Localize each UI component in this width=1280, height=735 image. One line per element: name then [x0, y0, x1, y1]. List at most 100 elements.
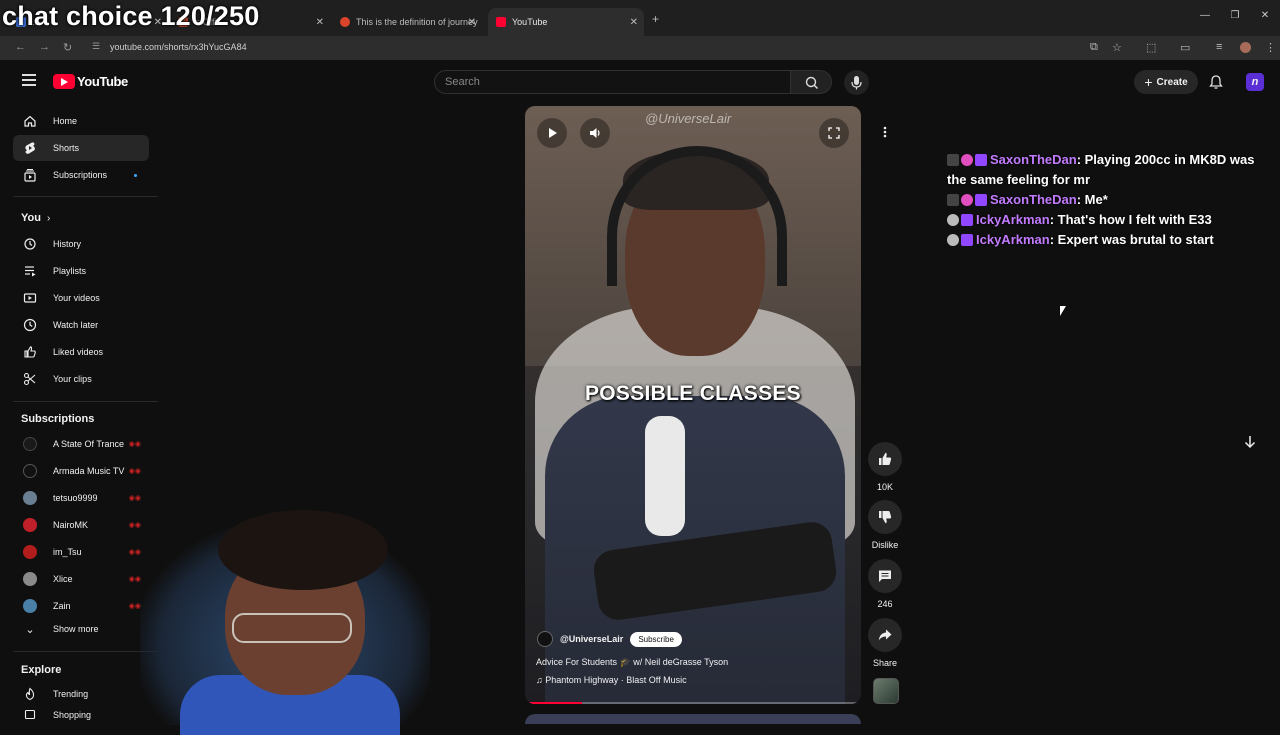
share-arrow-icon	[878, 629, 892, 641]
subscribe-button[interactable]: Subscribe	[630, 631, 682, 647]
sidebar-item-history[interactable]: History	[13, 231, 149, 257]
channel-avatar	[23, 464, 37, 478]
sidebar-item-shorts[interactable]: Shorts	[13, 135, 149, 161]
account-avatar[interactable]: n	[1246, 73, 1264, 91]
comments-button[interactable]	[868, 559, 902, 593]
subscription-channel[interactable]: Xlice ◉◉	[13, 566, 149, 592]
show-more-button[interactable]: ⌄ Show more	[13, 616, 149, 642]
watch-later-icon	[23, 318, 37, 332]
sidebar-item-shopping[interactable]: Shopping	[13, 706, 149, 720]
hamburger-menu-icon[interactable]	[22, 74, 36, 86]
browser-tab-active[interactable]: YouTube ✕	[488, 8, 644, 36]
play-pause-button[interactable]	[537, 118, 567, 148]
back-icon[interactable]: ←	[15, 41, 26, 53]
chat-message: IckyArkman: Expert was brutal to start	[947, 230, 1277, 250]
media-icon[interactable]: ≡	[1216, 41, 1222, 53]
profile-avatar-icon[interactable]	[1240, 42, 1251, 53]
menu-kebab-icon[interactable]: ⋮	[1265, 41, 1276, 54]
chat-badges	[947, 214, 973, 226]
divider	[13, 196, 158, 197]
twitch-badge-icon	[961, 234, 973, 246]
shopping-bag-icon	[23, 706, 37, 720]
voice-search-button[interactable]	[844, 70, 869, 95]
thumbs-up-icon	[23, 345, 37, 359]
sidebar-item-trending[interactable]: Trending	[13, 681, 149, 707]
channel-avatar	[23, 518, 37, 532]
close-window-icon[interactable]: ✕	[1250, 10, 1280, 21]
subscriptions-heading: Subscriptions	[21, 413, 95, 425]
close-tab-icon[interactable]: ✕	[316, 17, 324, 28]
twitch-badge-icon	[961, 214, 973, 226]
site-info-icon[interactable]: ☰	[92, 41, 100, 52]
chevron-down-icon: ⌄	[25, 623, 35, 636]
sidebar-item-your-videos[interactable]: Your videos	[13, 285, 149, 311]
minimize-icon[interactable]: —	[1190, 10, 1220, 21]
heart-badge-icon	[961, 154, 973, 166]
subscription-channel[interactable]: tetsuo9999 ◉◉	[13, 485, 149, 511]
badge-icon	[947, 194, 959, 206]
search-button[interactable]	[790, 70, 832, 94]
sidebar-item-playlists[interactable]: Playlists	[13, 258, 149, 284]
channel-avatar	[23, 545, 37, 559]
you-section-heading[interactable]: You ›	[21, 212, 50, 224]
create-button[interactable]: + Create	[1134, 70, 1198, 94]
subscription-channel[interactable]: Armada Music TV ◉◉	[13, 458, 149, 484]
sidebar-item-home[interactable]: Home	[13, 108, 149, 134]
video-title[interactable]: Advice For Students 🎓 w/ Neil deGrasse T…	[536, 657, 728, 668]
extensions-icon[interactable]: ⬚	[1146, 41, 1156, 54]
more-options-button[interactable]	[871, 118, 899, 146]
notifications-bell-icon[interactable]	[1208, 74, 1224, 95]
forward-icon[interactable]: →	[39, 41, 50, 53]
playlists-icon	[23, 264, 37, 278]
fullscreen-button[interactable]	[819, 118, 849, 148]
close-tab-icon[interactable]: ✕	[630, 17, 638, 28]
music-thumbnail[interactable]	[873, 678, 899, 704]
video-music[interactable]: ♫ Phantom Highway · Blast Off Music	[536, 675, 687, 685]
sidebar-item-watch-later[interactable]: Watch later	[13, 312, 149, 338]
channel-avatar[interactable]	[537, 631, 553, 647]
chat-message: SaxonTheDan: Me*	[947, 190, 1277, 210]
divider	[13, 651, 158, 652]
channel-name[interactable]: @UniverseLair	[560, 634, 623, 644]
chat-username: IckyArkman	[976, 212, 1050, 227]
url-field[interactable]: youtube.com/shorts/rx3hYucGA84	[110, 42, 247, 52]
trending-flame-icon	[23, 687, 37, 701]
search-input[interactable]	[435, 71, 790, 93]
sidepanel-icon[interactable]: ▭	[1180, 41, 1190, 54]
dislike-button[interactable]	[868, 500, 902, 534]
tab-label: This is the definition of journey	[356, 17, 478, 27]
channel-row: @UniverseLair Subscribe	[537, 631, 682, 647]
cast-icon[interactable]: ⧉	[1090, 41, 1098, 54]
maximize-icon[interactable]: ❐	[1220, 10, 1250, 21]
like-button[interactable]	[868, 442, 902, 476]
video-progress-bar[interactable]	[525, 702, 861, 704]
close-tab-icon[interactable]: ✕	[468, 17, 476, 28]
short-video-player[interactable]: @UniverseLair POSSIBLE CLASSES @Universe…	[525, 106, 861, 704]
new-tab-icon[interactable]: +	[652, 12, 659, 26]
chat-text: : That's how I felt with E33	[1049, 212, 1212, 227]
subscription-channel[interactable]: A State Of Trance ◉◉	[13, 431, 149, 457]
mute-button[interactable]	[580, 118, 610, 148]
browser-tab[interactable]: This is the definition of journey ✕	[332, 8, 482, 36]
sidebar-item-your-clips[interactable]: Your clips	[13, 366, 149, 392]
sidebar-item-liked-videos[interactable]: Liked videos	[13, 339, 149, 365]
next-short-preview[interactable]	[525, 714, 861, 724]
next-video-button[interactable]	[1236, 428, 1264, 456]
sidebar-item-subscriptions[interactable]: Subscriptions	[13, 162, 149, 188]
bookmark-star-icon[interactable]: ☆	[1112, 41, 1122, 54]
volume-icon	[590, 128, 600, 138]
subscription-channel[interactable]: im_Tsu ◉◉	[13, 539, 149, 565]
twitch-badge-icon	[975, 194, 987, 206]
comment-icon	[879, 570, 891, 582]
channel-avatar	[23, 491, 37, 505]
dislike-label: Dislike	[871, 540, 899, 550]
subscription-channel[interactable]: NairoMK ◉◉	[13, 512, 149, 538]
fullscreen-icon	[828, 127, 840, 139]
chat-badges	[947, 194, 987, 206]
reload-icon[interactable]: ↻	[63, 41, 72, 54]
channel-avatar	[23, 599, 37, 613]
sidebar-item-label: Liked videos	[53, 347, 104, 357]
youtube-logo[interactable]: YouTube	[53, 74, 128, 89]
new-content-dot	[134, 173, 137, 177]
share-button[interactable]	[868, 618, 902, 652]
